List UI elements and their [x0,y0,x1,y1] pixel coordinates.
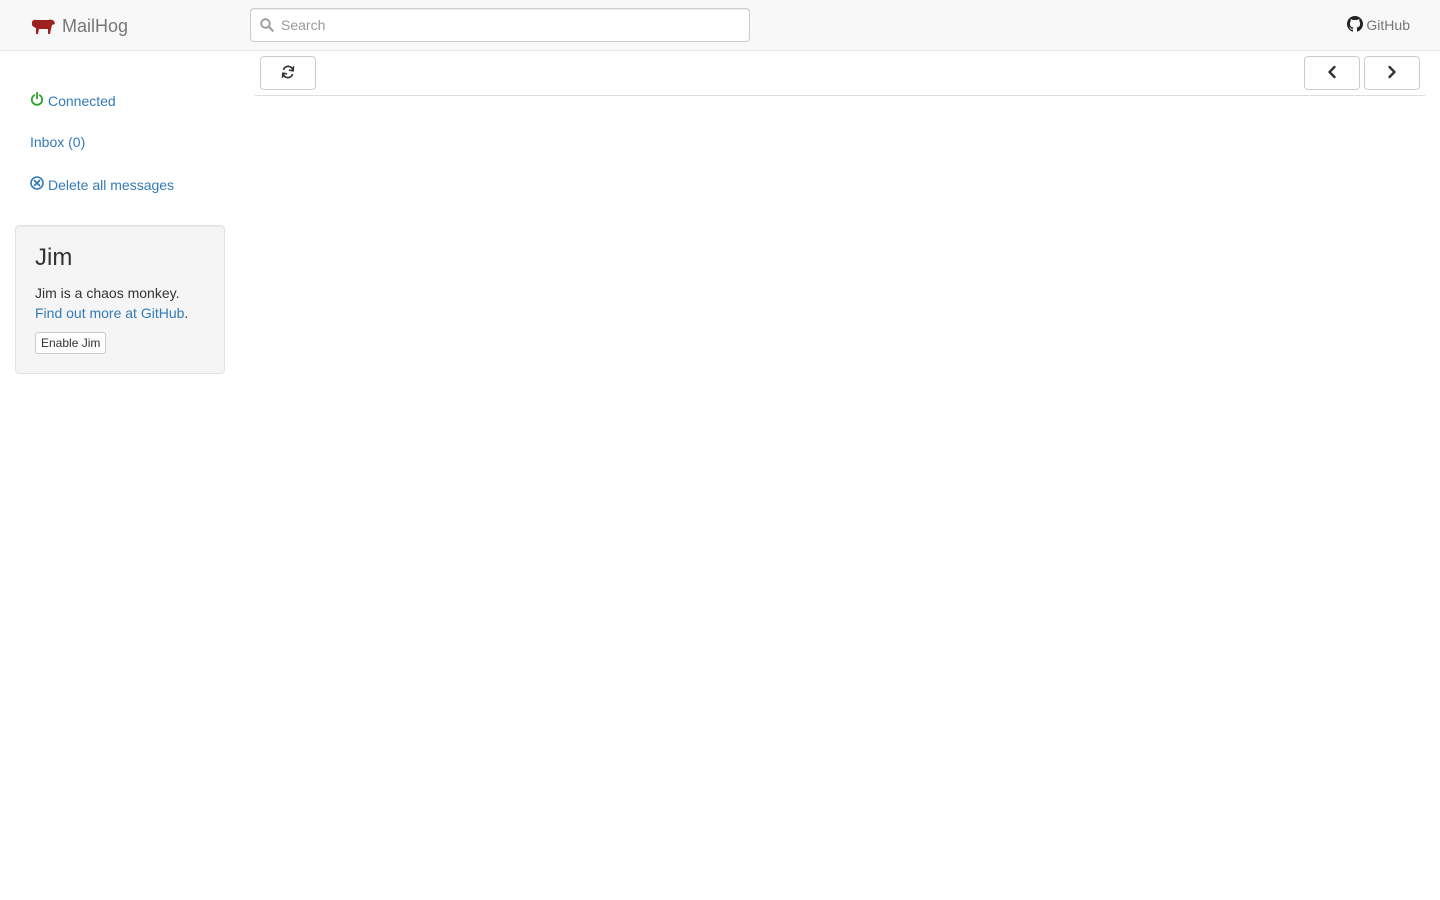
chevron-right-icon [1386,65,1398,82]
search-box [250,8,750,42]
jim-link-suffix: . [184,305,189,321]
github-icon [1347,15,1364,35]
brand-name: MailHog [62,15,129,36]
search-input[interactable] [281,9,741,41]
github-link[interactable]: GitHub [1347,15,1410,35]
jim-title: Jim [35,244,73,271]
remove-circle-icon [30,176,44,193]
connection-status[interactable]: Connected [30,91,116,109]
power-icon [30,91,44,109]
sidebar-item-inbox[interactable]: Inbox (0) [30,134,85,150]
jim-panel: Jim Jim is a chaos monkey. Find out more… [15,225,225,374]
message-list [255,97,1425,877]
inbox-label: Inbox (0) [30,134,86,150]
chevron-left-icon [1326,65,1338,82]
github-label: GitHub [1366,17,1410,33]
top-navbar: MailHog GitHub [0,0,1440,51]
enable-jim-button[interactable]: Enable Jim [35,332,107,354]
previous-page-button[interactable] [1304,56,1360,90]
connection-status-label: Connected [48,92,116,109]
brand-link[interactable]: MailHog [30,14,128,38]
jim-description-text: Jim is a chaos monkey. [35,285,180,301]
jim-description: Jim is a chaos monkey. Find out more at … [35,283,220,323]
refresh-button[interactable] [260,56,316,90]
message-toolbar [255,51,1425,96]
search-icon [260,18,274,35]
delete-all-messages-link[interactable]: Delete all messages [30,176,174,193]
refresh-icon [281,65,295,82]
jim-github-link[interactable]: Find out more at GitHub [35,305,184,321]
delete-all-messages-label: Delete all messages [48,176,175,193]
next-page-button[interactable] [1364,56,1420,90]
mailhog-logo-icon [30,17,56,35]
